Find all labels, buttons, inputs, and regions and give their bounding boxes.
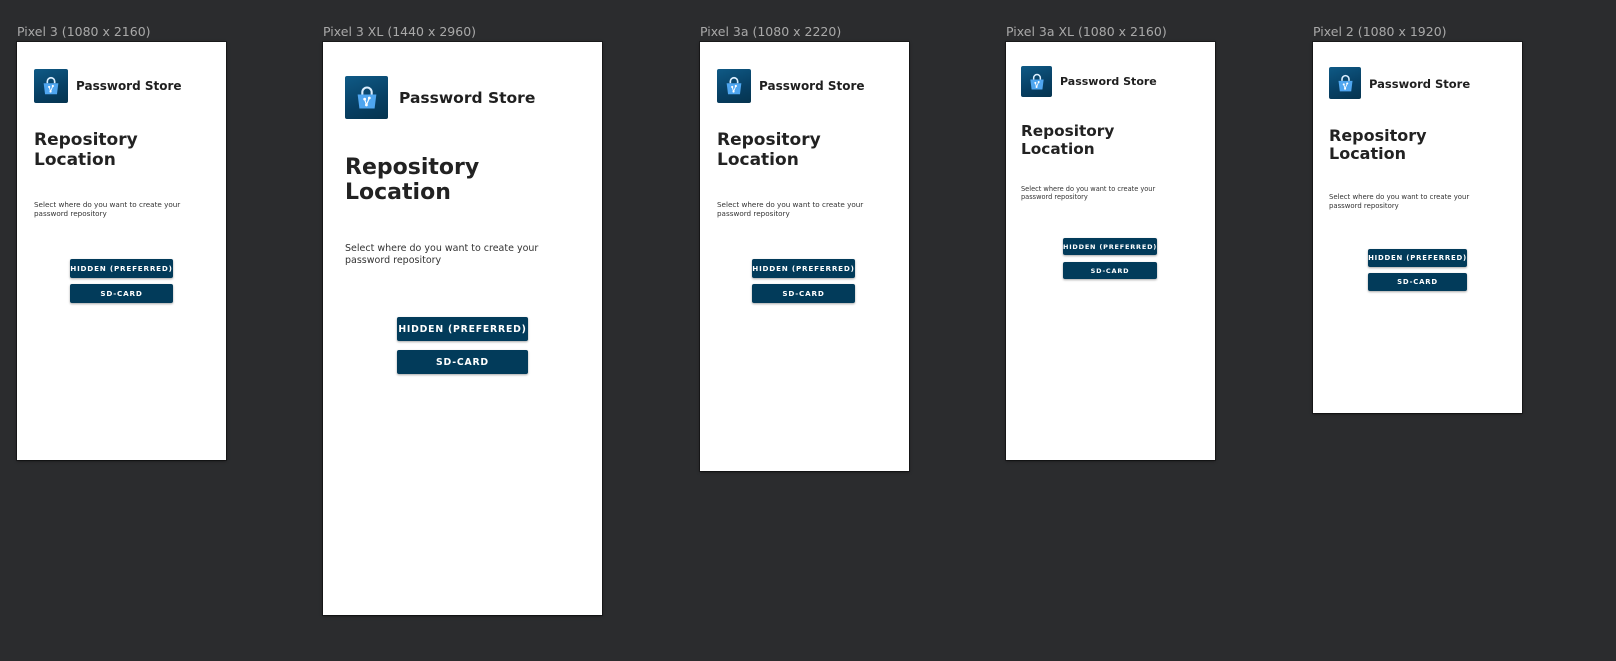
description-text: Select where do you want to create your … (345, 243, 539, 266)
device-label-pixel-3-xl: Pixel 3 XL (1440 x 2960) (323, 24, 477, 39)
shopping-bag-git-icon (43, 76, 59, 95)
sd-card-button[interactable]: SD-CARD (1063, 262, 1157, 279)
app-name: Password Store (399, 89, 536, 107)
app-name: Password Store (1369, 77, 1471, 91)
description-text: Select where do you want to create your … (717, 200, 864, 218)
page-title-line-2: Location (1329, 144, 1406, 164)
device-label-pixel-2: Pixel 2 (1080 x 1920) (1313, 24, 1447, 39)
device-label-pixel-3a: Pixel 3a (1080 x 2220) (700, 24, 842, 39)
sd-card-button[interactable]: SD-CARD (1368, 273, 1467, 291)
device-label-pixel-3: Pixel 3 (1080 x 2160) (17, 24, 151, 39)
device-preview-pixel-3: Password Store Repository Location Selec… (17, 42, 226, 460)
page-title: Repository Location (34, 130, 138, 170)
sd-card-button[interactable]: SD-CARD (397, 350, 528, 374)
app-logo (1329, 67, 1361, 99)
device-label-pixel-3a-xl: Pixel 3a XL (1080 x 2160) (1006, 24, 1167, 39)
shopping-bag-git-icon (357, 86, 376, 108)
page-title-line-2: Location (345, 180, 451, 206)
device-preview-pixel-2: Password Store Repository Location Selec… (1313, 42, 1522, 413)
shopping-bag-git-icon (1338, 74, 1352, 91)
page-title-line-1: Repository (34, 130, 138, 150)
app-name: Password Store (759, 79, 865, 93)
page-title: Repository Location (717, 130, 821, 170)
app-logo (345, 76, 388, 119)
hidden-preferred-button[interactable]: HIDDEN (PREFERRED) (752, 259, 855, 278)
device-preview-pixel-3a: Password Store Repository Location Selec… (700, 42, 909, 471)
hidden-preferred-button[interactable]: HIDDEN (PREFERRED) (1063, 238, 1157, 255)
description-text: Select where do you want to create your … (1021, 185, 1156, 202)
page-title: Repository Location (345, 155, 479, 206)
description-text: Select where do you want to create your … (34, 200, 181, 218)
device-preview-pixel-3a-xl: Password Store Repository Location Selec… (1006, 42, 1215, 460)
device-preview-pixel-3-xl: Password Store Repository Location Selec… (323, 42, 602, 615)
page-title: Repository Location (1021, 122, 1115, 158)
hidden-preferred-button[interactable]: HIDDEN (PREFERRED) (70, 259, 173, 278)
sd-card-button[interactable]: SD-CARD (70, 284, 173, 303)
page-title-line-2: Location (34, 149, 116, 170)
sd-card-button[interactable]: SD-CARD (752, 284, 855, 303)
app-name: Password Store (1060, 75, 1157, 88)
shopping-bag-git-icon (726, 76, 742, 95)
app-logo (1021, 66, 1052, 97)
hidden-preferred-button[interactable]: HIDDEN (PREFERRED) (397, 317, 528, 341)
page-title-line-1: Repository (1329, 126, 1427, 145)
page-title-line-1: Repository (717, 130, 821, 150)
page-title-line-1: Repository (1021, 122, 1115, 140)
app-logo (34, 69, 68, 103)
app-logo (717, 69, 751, 103)
description-text: Select where do you want to create your … (1329, 193, 1470, 210)
shopping-bag-git-icon (1029, 73, 1044, 89)
page-title-line-1: Repository (345, 155, 480, 180)
page-title: Repository Location (1329, 126, 1427, 164)
page-title-line-2: Location (717, 149, 799, 170)
hidden-preferred-button[interactable]: HIDDEN (PREFERRED) (1368, 249, 1467, 267)
page-title-line-2: Location (1021, 139, 1095, 158)
app-name: Password Store (76, 79, 182, 93)
